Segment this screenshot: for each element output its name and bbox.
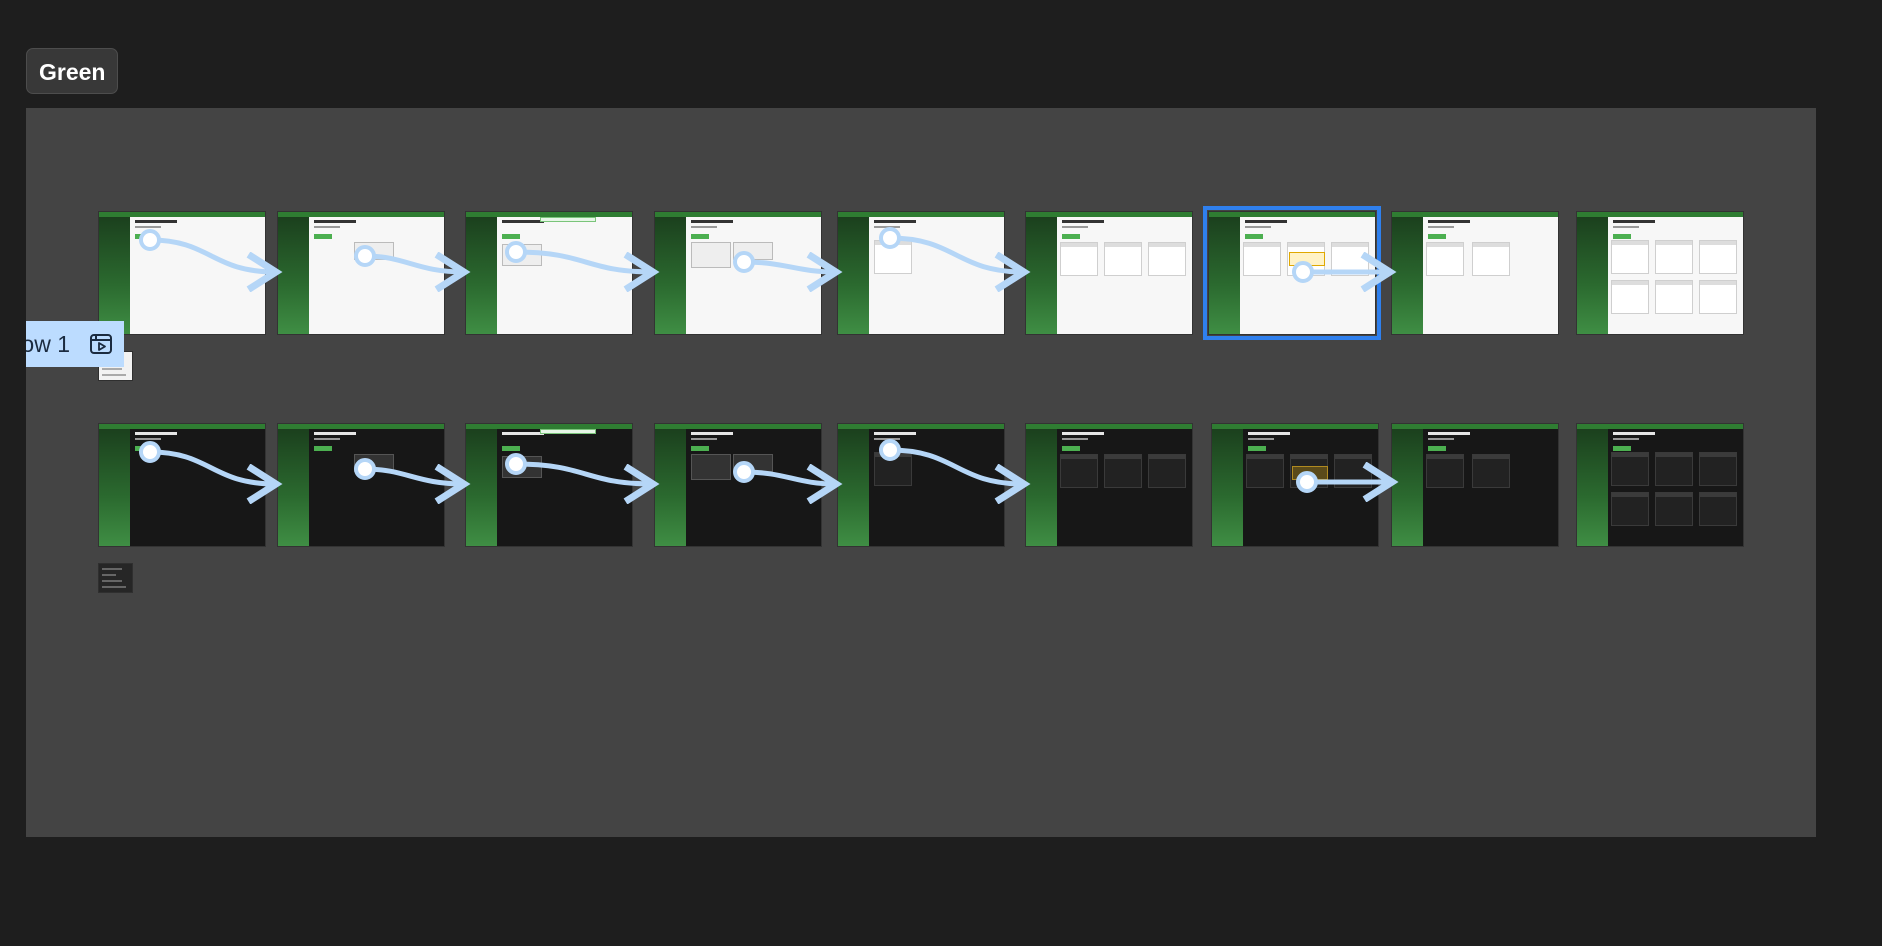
dark-frame-1[interactable] bbox=[99, 424, 265, 546]
section-label[interactable]: Green bbox=[26, 48, 119, 94]
light-frame-3[interactable] bbox=[466, 212, 632, 334]
dark-frame-7[interactable] bbox=[1212, 424, 1378, 546]
dark-frame-6[interactable] bbox=[1026, 424, 1192, 546]
light-frame-4[interactable] bbox=[655, 212, 821, 334]
dark-frame-2[interactable] bbox=[278, 424, 444, 546]
dark-frame-8[interactable] bbox=[1392, 424, 1558, 546]
canvas-section[interactable]: Flow 1 bbox=[26, 108, 1816, 837]
dark-frame-5[interactable] bbox=[838, 424, 1004, 546]
dark-mini-frame[interactable] bbox=[99, 564, 132, 592]
flow-starting-point-tag[interactable]: Flow 1 bbox=[26, 321, 124, 367]
light-frame-6[interactable] bbox=[1026, 212, 1192, 334]
flow-label: Flow 1 bbox=[26, 331, 70, 357]
prototype-play-icon bbox=[90, 334, 112, 354]
light-frame-5[interactable] bbox=[838, 212, 1004, 334]
light-frame-2[interactable] bbox=[278, 212, 444, 334]
light-frame-8[interactable] bbox=[1392, 212, 1558, 334]
light-frame-9[interactable] bbox=[1577, 212, 1743, 334]
dark-frame-3[interactable] bbox=[466, 424, 632, 546]
light-frame-7[interactable] bbox=[1203, 206, 1381, 340]
dark-frame-4[interactable] bbox=[655, 424, 821, 546]
dark-frame-9[interactable] bbox=[1577, 424, 1743, 546]
light-frame-1[interactable] bbox=[99, 212, 265, 334]
